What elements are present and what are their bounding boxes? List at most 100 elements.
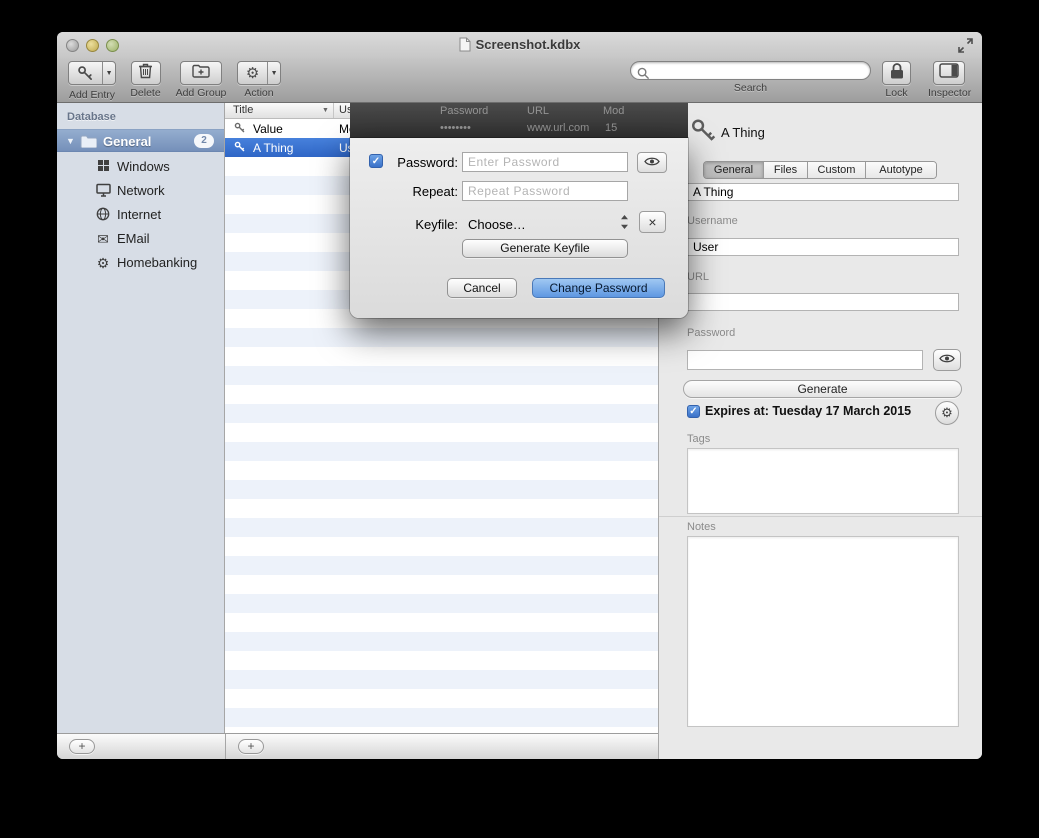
generate-password-button[interactable]: Generate	[683, 380, 962, 398]
folder-icon	[80, 135, 97, 153]
add-group-button[interactable]	[180, 61, 222, 85]
empty-row	[225, 575, 658, 594]
delete-button[interactable]	[131, 61, 161, 85]
gear-icon: ⚙	[941, 405, 953, 420]
trash-icon	[138, 62, 153, 84]
group-label: General	[103, 134, 151, 149]
entry-title-cell: A Thing	[253, 141, 293, 155]
dim-cell-modified: 15	[605, 122, 617, 134]
sheet-keyfile-label: Keyfile:	[350, 217, 458, 232]
empty-row	[225, 613, 658, 632]
tab-custom[interactable]: Custom	[808, 162, 866, 178]
sidebar-item-label: Internet	[117, 207, 161, 222]
password-input[interactable]	[687, 350, 923, 370]
eye-icon	[939, 351, 955, 369]
sheet-reveal-password-button[interactable]	[637, 152, 667, 173]
tab-files[interactable]: Files	[764, 162, 808, 178]
pane-divider	[225, 734, 226, 759]
add-group-plus-button[interactable]: +	[69, 739, 95, 754]
dim-column-password: Password	[440, 105, 488, 117]
globe-icon	[95, 207, 111, 224]
empty-row	[225, 404, 658, 423]
column-divider[interactable]	[333, 103, 334, 118]
username-input[interactable]	[687, 238, 959, 256]
inspector-tabs: General Files Custom Autotype	[703, 161, 937, 179]
empty-row	[225, 499, 658, 518]
reveal-password-button[interactable]	[933, 349, 961, 371]
network-icon	[95, 183, 111, 200]
tab-autotype[interactable]: Autotype	[866, 162, 936, 178]
inspector-entry-title: A Thing	[721, 125, 765, 140]
empty-row	[225, 651, 658, 670]
search-input[interactable]	[630, 61, 871, 80]
dim-column-modified: Mod	[603, 105, 624, 117]
empty-row	[225, 480, 658, 499]
fullscreen-icon[interactable]	[958, 38, 973, 53]
empty-row	[225, 537, 658, 556]
add-entry-toolbar-item: ▼ Add Entry	[64, 61, 120, 101]
empty-row	[225, 328, 658, 347]
sidebar-item-label: Windows	[117, 159, 170, 174]
empty-row	[225, 689, 658, 708]
lock-button[interactable]	[882, 61, 911, 85]
sidebar-item-email[interactable]: ✉ EMail	[57, 227, 224, 251]
notes-textarea[interactable]	[687, 536, 959, 727]
empty-row	[225, 423, 658, 442]
change-password-sheet: ✓ Password: Repeat: Keyfile: Choose… × G…	[350, 138, 688, 318]
tab-general[interactable]: General	[704, 162, 764, 178]
password-settings-button[interactable]: ⚙	[935, 401, 959, 425]
search-icon	[637, 67, 650, 85]
url-input[interactable]	[687, 293, 959, 311]
section-divider	[659, 516, 982, 517]
keyfile-popup-button[interactable]: Choose…	[468, 217, 526, 232]
generate-keyfile-button[interactable]: Generate Keyfile	[462, 239, 628, 258]
delete-toolbar-item: Delete	[126, 61, 165, 99]
cancel-button[interactable]: Cancel	[447, 278, 517, 298]
empty-row	[225, 461, 658, 480]
inspector-panel-icon	[939, 63, 959, 83]
window-title-text: Screenshot.kdbx	[476, 37, 581, 52]
expires-checkbox[interactable]: ✓	[687, 405, 700, 418]
sidebar-item-network[interactable]: Network	[57, 179, 224, 203]
gear-icon: ⚙	[238, 62, 267, 84]
dimmed-table-region: Password URL Mod •••••••• www.url.com 15	[350, 103, 688, 138]
column-header-title[interactable]: Title	[233, 104, 253, 116]
sheet-password-input[interactable]	[462, 152, 628, 172]
clear-keyfile-button[interactable]: ×	[639, 211, 666, 233]
action-dropdown-arrow[interactable]: ▼	[267, 62, 280, 84]
sidebar-item-internet[interactable]: Internet	[57, 203, 224, 227]
envelope-icon: ✉	[95, 231, 111, 248]
tags-textarea[interactable]	[687, 448, 959, 514]
title-input[interactable]	[687, 183, 959, 201]
entry-key-icon	[690, 115, 717, 152]
inspector-panel: A Thing General Files Custom Autotype Us…	[658, 103, 982, 759]
inspector-button[interactable]	[933, 61, 965, 85]
action-label: Action	[235, 87, 283, 99]
add-entry-plus-button[interactable]: +	[238, 739, 264, 754]
empty-row	[225, 518, 658, 537]
lock-toolbar-item: Lock	[882, 61, 911, 99]
action-button[interactable]: ⚙ ▼	[237, 61, 281, 85]
lock-icon	[889, 62, 905, 85]
empty-row	[225, 385, 658, 404]
sidebar-item-windows[interactable]: Windows	[57, 155, 224, 179]
empty-row	[225, 708, 658, 727]
empty-row	[225, 347, 658, 366]
popup-arrows-icon[interactable]	[620, 214, 629, 235]
sheet-repeat-input[interactable]	[462, 181, 628, 201]
disclosure-triangle-icon[interactable]: ▼	[66, 136, 75, 146]
add-entry-dropdown-arrow[interactable]: ▼	[102, 62, 115, 84]
add-entry-button[interactable]: ▼	[68, 61, 116, 85]
key-icon	[234, 141, 246, 156]
empty-row	[225, 632, 658, 651]
change-password-button[interactable]: Change Password	[532, 278, 665, 298]
sidebar-item-homebanking[interactable]: ⚙ Homebanking	[57, 251, 224, 275]
username-label: Username	[687, 215, 738, 227]
sheet-password-label: Password:	[350, 155, 458, 170]
close-icon: ×	[648, 214, 656, 230]
sidebar-item-label: Homebanking	[117, 255, 197, 270]
windows-icon	[95, 159, 111, 175]
dim-cell-url: www.url.com	[527, 122, 589, 134]
empty-row	[225, 670, 658, 689]
sidebar-group-general[interactable]: ▼ General 2	[57, 129, 224, 152]
